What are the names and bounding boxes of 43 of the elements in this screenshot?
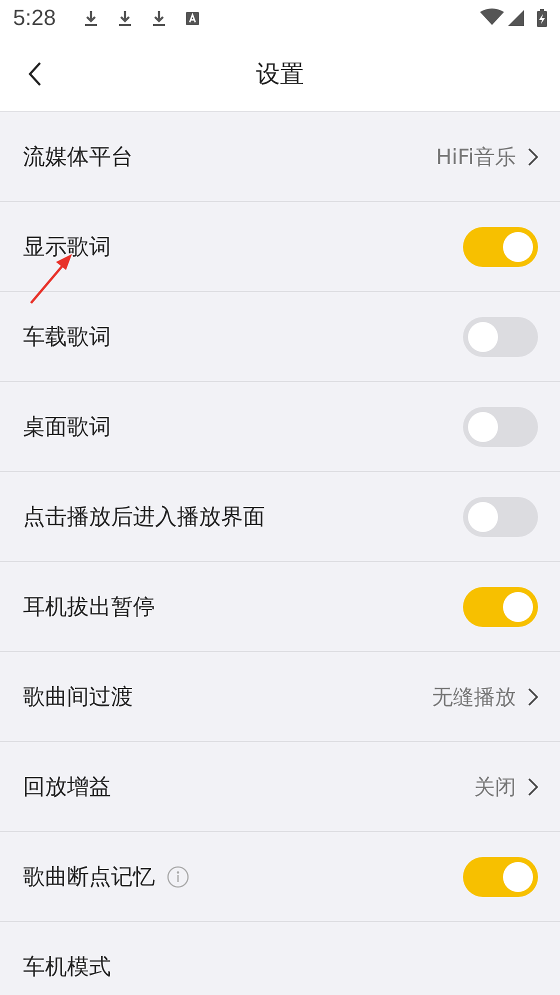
row-label: 车机模式 (23, 954, 111, 982)
chevron-icon (528, 778, 538, 796)
row-label: 歌曲间过渡 (23, 684, 133, 712)
toggle-switch[interactable] (463, 316, 538, 356)
toggle-switch[interactable] (463, 226, 538, 266)
download-icon (118, 10, 132, 26)
settings-row[interactable]: 歌曲间过渡 无缝播放 (0, 652, 560, 742)
settings-row[interactable]: 歌曲断点记忆 (0, 832, 560, 922)
toggle-switch[interactable] (463, 496, 538, 536)
row-value: HiFi音乐 (436, 144, 516, 170)
settings-row[interactable]: 车载歌词 (0, 292, 560, 382)
wifi-icon (480, 8, 504, 25)
app-notification-icon (186, 12, 199, 24)
settings-row[interactable]: 桌面歌词 (0, 382, 560, 472)
signal-icon (508, 10, 524, 26)
row-value: 无缝播放 (432, 684, 516, 710)
info-icon[interactable] (167, 866, 189, 888)
battery-icon (537, 9, 547, 27)
row-label: 流媒体平台 (23, 144, 133, 172)
row-label: 车载歌词 (23, 324, 111, 352)
settings-row[interactable]: 回放增益 关闭 (0, 742, 560, 832)
row-label: 点击播放后进入播放界面 (23, 504, 265, 532)
chevron-icon (528, 148, 538, 166)
toggle-switch[interactable] (463, 856, 538, 896)
row-label: 显示歌词 (23, 234, 111, 262)
download-icon (152, 10, 166, 26)
settings-row[interactable]: 点击播放后进入播放界面 (0, 472, 560, 562)
settings-row[interactable]: 耳机拔出暂停 (0, 562, 560, 652)
row-value: 关闭 (474, 774, 516, 800)
row-label: 回放增益 (23, 774, 111, 802)
chevron-icon (528, 688, 538, 706)
toggle-switch[interactable] (463, 586, 538, 626)
download-icon (84, 10, 98, 26)
toggle-switch[interactable] (463, 406, 538, 446)
page-title: 设置 (255, 58, 305, 90)
settings-row[interactable]: 流媒体平台 HiFi音乐 (0, 112, 560, 202)
settings-row[interactable]: 显示歌词 (0, 202, 560, 292)
clock-time: 5:28 (13, 5, 56, 31)
settings-row[interactable]: 车机模式 (0, 922, 560, 995)
row-label: 歌曲断点记忆 (23, 864, 155, 892)
row-label: 耳机拔出暂停 (23, 594, 155, 622)
back-icon (28, 60, 42, 86)
row-label: 桌面歌词 (23, 414, 111, 442)
